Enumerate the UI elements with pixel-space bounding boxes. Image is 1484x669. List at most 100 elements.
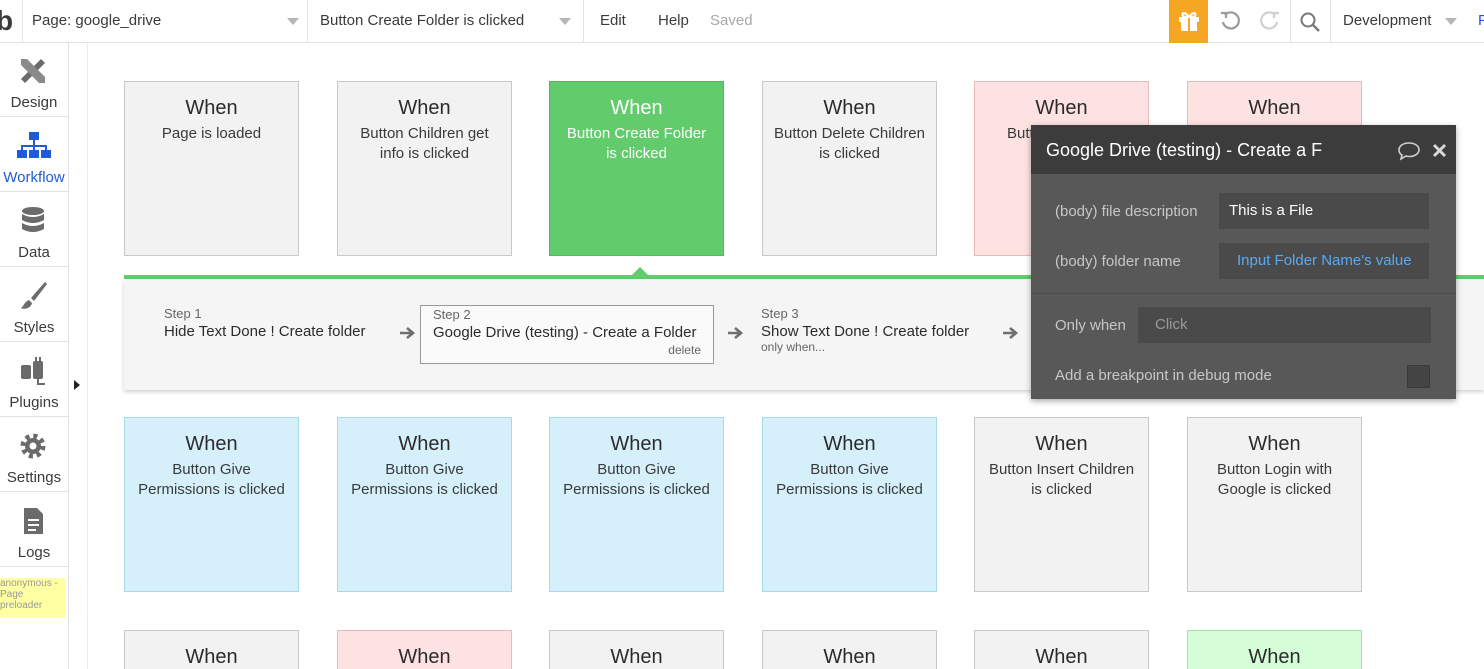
breakpoint-checkbox[interactable] <box>1407 365 1430 388</box>
event-card[interactable]: When Page is loaded <box>124 81 299 256</box>
top-bar: b Page: google_drive Button Create Folde… <box>0 0 1484 43</box>
folder-name-input[interactable]: Input Folder Name's value <box>1219 243 1429 279</box>
field-label-file-description: (body) file description <box>1055 203 1198 220</box>
workflow-step[interactable]: Step 3 Show Text Done ! Create folder on… <box>761 306 969 354</box>
gear-icon <box>20 433 46 459</box>
event-selector-label: Button Create Folder is clicked <box>320 12 525 29</box>
event-name: Button Give Permissions is clicked <box>776 461 923 498</box>
property-editor: Google Drive (testing) - Create a F (bod… <box>1031 125 1456 399</box>
event-when-label: When <box>185 97 238 119</box>
sidebar-item-settings[interactable]: Settings <box>0 418 68 492</box>
step-number: Step 2 <box>433 307 471 322</box>
sidebar-item-logs[interactable]: Logs <box>0 493 68 567</box>
event-card[interactable]: When Button Give Permissions is clicked <box>124 417 299 592</box>
divider <box>22 0 23 42</box>
brush-icon <box>21 282 47 309</box>
workflow-icon <box>17 132 51 158</box>
saved-status: Saved <box>710 12 753 29</box>
only-when-input[interactable]: Click <box>1138 307 1431 343</box>
chevron-down-icon <box>1445 18 1457 25</box>
only-when-label: Only when <box>1055 317 1126 334</box>
edit-menu[interactable]: Edit <box>600 0 626 42</box>
event-card[interactable]: When <box>762 630 937 669</box>
redo-icon[interactable] <box>1259 10 1281 32</box>
event-card[interactable]: When <box>549 630 724 669</box>
comment-icon[interactable] <box>1397 141 1421 161</box>
step-number: Step 1 <box>164 306 202 321</box>
close-icon[interactable] <box>1432 143 1447 158</box>
event-card[interactable]: When Button Children get info is clicked <box>337 81 512 256</box>
workflow-step[interactable]: Step 1 Hide Text Done ! Create folder <box>164 306 366 340</box>
divider <box>307 0 308 42</box>
sidebar-item-workflow[interactable]: Workflow <box>0 118 68 192</box>
event-when-label: When <box>185 433 238 455</box>
file-description-input[interactable]: This is a File <box>1219 193 1429 229</box>
chevron-down-icon <box>559 18 571 25</box>
sidebar-item-data[interactable]: Data <box>0 193 68 267</box>
step-title: Google Drive (testing) - Create a Folder <box>433 324 697 341</box>
sidebar-item-label: Plugins <box>9 394 59 411</box>
sidebar-item-label: Data <box>18 244 50 261</box>
event-card[interactable]: When Button Login with Google is clicked <box>1187 417 1362 592</box>
event-card[interactable]: When Button Delete Children is clicked <box>762 81 937 256</box>
event-card[interactable]: When Button Give Permissions is clicked <box>762 417 937 592</box>
event-when-label: When <box>185 646 238 668</box>
event-when-label: When <box>610 646 663 668</box>
event-when-label: When <box>823 646 876 668</box>
page-selector-label: Page: google_drive <box>32 12 162 29</box>
undo-icon[interactable] <box>1219 10 1241 32</box>
bubble-logo[interactable]: b <box>0 0 13 42</box>
step-title: Show Text Done ! Create folder <box>761 323 970 340</box>
event-name: Button Give Permissions is clicked <box>138 461 285 498</box>
sidebar-item-label: Settings <box>6 469 62 486</box>
event-when-label: When <box>610 433 663 455</box>
sidebar-item-styles[interactable]: Styles <box>0 268 68 342</box>
event-when-label: When <box>1035 646 1088 668</box>
step-title: Hide Text Done ! Create folder <box>164 323 366 340</box>
arrow-right-icon <box>400 327 416 339</box>
event-when-label: When <box>610 97 663 119</box>
database-icon <box>22 207 44 232</box>
preview-link[interactable]: P <box>1478 0 1484 42</box>
step-condition: only when... <box>761 340 826 354</box>
property-editor-header[interactable]: Google Drive (testing) - Create a F <box>1031 125 1456 174</box>
event-when-label: When <box>1248 97 1301 119</box>
event-when-label: When <box>823 97 876 119</box>
sidebar-item-plugins[interactable]: Plugins <box>0 343 68 417</box>
preloader-note: anonymous - Page preloader <box>0 578 66 618</box>
divider <box>1031 293 1456 294</box>
divider <box>583 0 584 42</box>
field-label-folder-name: (body) folder name <box>1055 253 1181 270</box>
event-card[interactable]: When <box>974 630 1149 669</box>
design-icon <box>21 59 45 83</box>
event-name: Button Give Permissions is clicked <box>351 461 498 498</box>
event-when-label: When <box>823 433 876 455</box>
event-name: Button Give Permissions is clicked <box>563 461 710 498</box>
event-card[interactable]: When <box>1187 630 1362 669</box>
event-name: Button Insert Children is clicked <box>988 461 1135 498</box>
event-card-selected[interactable]: When Button Create Folder is clicked <box>549 81 724 256</box>
event-when-label: When <box>398 433 451 455</box>
event-card[interactable]: When Button Insert Children is clicked <box>974 417 1149 592</box>
workflow-step-selected[interactable]: Step 2 Google Drive (testing) - Create a… <box>420 305 714 364</box>
event-when-label: When <box>1035 97 1088 119</box>
sidebar: Design Workflow Data Styles Plugins Sett… <box>0 43 69 669</box>
help-menu[interactable]: Help <box>658 0 689 42</box>
event-when-label: When <box>398 97 451 119</box>
gift-icon <box>1179 12 1199 31</box>
gift-button[interactable] <box>1169 0 1208 43</box>
expand-panel-icon[interactable] <box>74 380 80 390</box>
sidebar-item-design[interactable]: Design <box>0 43 68 117</box>
search-icon[interactable] <box>1299 11 1321 33</box>
arrow-right-icon <box>1003 327 1019 339</box>
event-name: Button Login with Google is clicked <box>1216 461 1333 498</box>
environment-label: Development <box>1343 12 1432 29</box>
delete-step-link[interactable]: delete <box>668 343 701 357</box>
event-card[interactable]: When Button Give Permissions is clicked <box>549 417 724 592</box>
event-when-label: When <box>1248 433 1301 455</box>
event-card[interactable]: When <box>124 630 299 669</box>
event-when-label: When <box>398 646 451 668</box>
event-card[interactable]: When Button Give Permissions is clicked <box>337 417 512 592</box>
plug-icon <box>21 357 45 385</box>
event-card[interactable]: When <box>337 630 512 669</box>
